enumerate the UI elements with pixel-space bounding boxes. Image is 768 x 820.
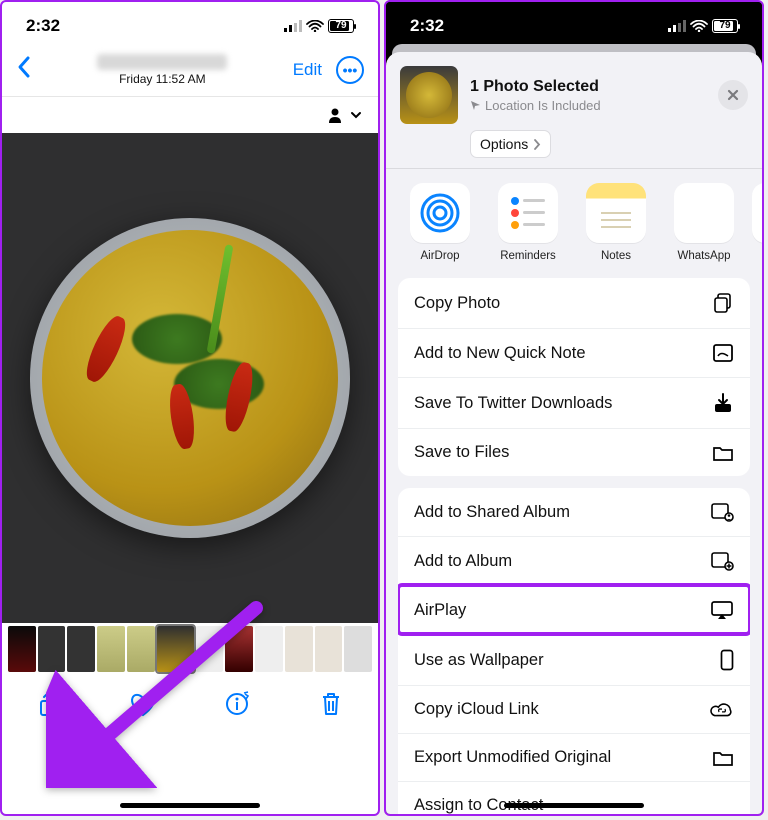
cloud-link-icon (710, 701, 734, 719)
status-bar: 2:32 79 (2, 2, 378, 50)
action-group-2: Add to Shared Album Add to Album AirPlay… (398, 488, 750, 814)
action-shared-album[interactable]: Add to Shared Album (398, 488, 750, 536)
status-time: 2:32 (410, 16, 444, 36)
edit-button[interactable]: Edit (293, 60, 322, 80)
sheet-subtitle: Location Is Included (470, 98, 706, 113)
sheet-title: 1 Photo Selected (470, 78, 706, 96)
quicknote-icon (710, 343, 734, 363)
action-icloud-link[interactable]: Copy iCloud Link (398, 685, 750, 733)
trash-button[interactable] (308, 691, 354, 717)
share-sheet: 1 Photo Selected Location Is Included Op… (386, 52, 762, 814)
action-airplay[interactable]: AirPlay (398, 585, 750, 634)
location-icon (470, 100, 481, 111)
whatsapp-icon (674, 183, 734, 243)
share-sheet-header: 1 Photo Selected Location Is Included (386, 52, 762, 134)
download-icon (710, 392, 734, 414)
action-copy-photo[interactable]: Copy Photo (398, 278, 750, 328)
folder-icon (710, 444, 734, 462)
close-button[interactable] (718, 80, 748, 110)
selected-photo-thumb (400, 66, 458, 124)
folder-icon (710, 749, 734, 767)
share-targets-row[interactable]: AirDrop Reminders Notes WhatsApp (386, 169, 762, 266)
target-whatsapp[interactable]: WhatsApp (664, 183, 744, 262)
target-more[interactable]: M (752, 183, 762, 262)
status-right: 79 (284, 19, 354, 33)
airdrop-icon (410, 183, 470, 243)
status-bar: 2:32 79 (386, 2, 762, 50)
action-assign-contact[interactable]: Assign to Contact (398, 781, 750, 814)
photo-viewer[interactable] (2, 133, 378, 623)
notes-icon (586, 183, 646, 243)
action-twitter-dl[interactable]: Save To Twitter Downloads (398, 377, 750, 428)
shared-album-icon (710, 502, 734, 522)
target-reminders[interactable]: Reminders (488, 183, 568, 262)
options-button[interactable]: Options (470, 130, 551, 158)
target-airdrop[interactable]: AirDrop (400, 183, 480, 262)
phone-left: 2:32 79 Friday 11:52 AM Edit ••• (0, 0, 380, 816)
people-menu[interactable] (328, 107, 362, 123)
action-quick-note[interactable]: Add to New Quick Note (398, 328, 750, 377)
target-notes[interactable]: Notes (576, 183, 656, 262)
add-album-icon (710, 551, 734, 571)
status-right: 79 (668, 19, 738, 33)
reminders-icon (498, 183, 558, 243)
home-indicator[interactable] (120, 803, 260, 808)
action-add-album[interactable]: Add to Album (398, 536, 750, 585)
action-export-original[interactable]: Export Unmodified Original (398, 733, 750, 781)
nav-subtitle: Friday 11:52 AM (97, 72, 227, 86)
back-button[interactable] (16, 54, 32, 86)
nav-bar: Friday 11:52 AM Edit ••• (2, 50, 378, 96)
more-button[interactable]: ••• (336, 56, 364, 84)
phone-right: 2:32 79 1 Photo Selected Location Is Inc… (384, 0, 764, 816)
action-save-files[interactable]: Save to Files (398, 428, 750, 476)
airplay-icon (710, 600, 734, 620)
status-time: 2:32 (26, 16, 60, 36)
nav-title-area: Friday 11:52 AM (97, 54, 227, 86)
copy-icon (710, 292, 734, 314)
annotation-arrow-icon (46, 598, 266, 788)
wallpaper-icon (710, 649, 734, 671)
more-app-icon (752, 183, 762, 243)
home-indicator[interactable] (504, 803, 644, 808)
action-wallpaper[interactable]: Use as Wallpaper (398, 634, 750, 685)
chevron-right-icon (533, 139, 541, 150)
action-group-1: Copy Photo Add to New Quick Note Save To… (398, 278, 750, 476)
